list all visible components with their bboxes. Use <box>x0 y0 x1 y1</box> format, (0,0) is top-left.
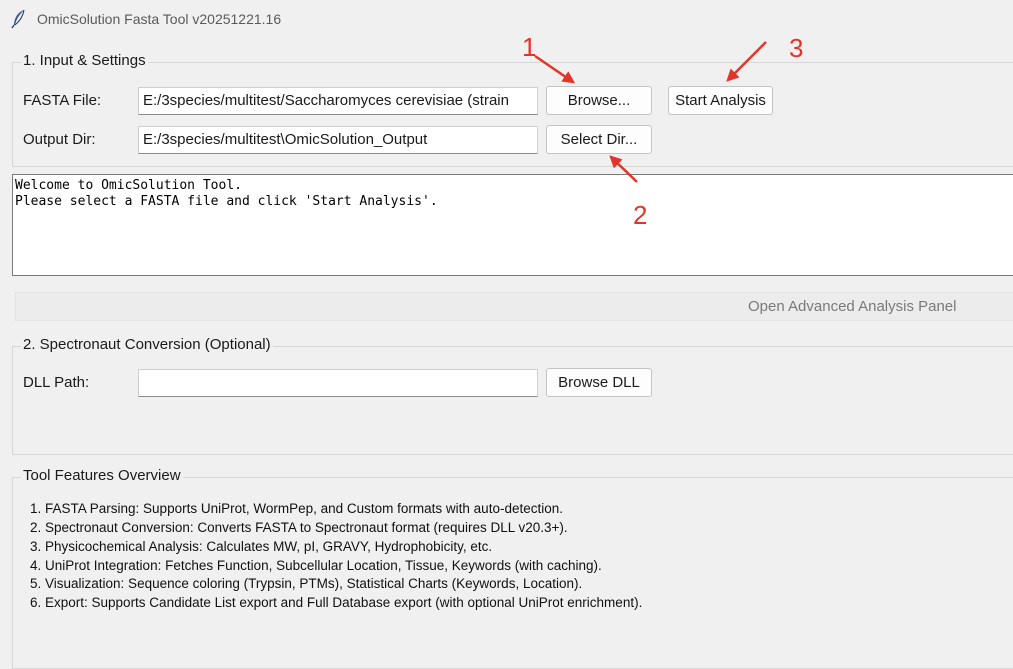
feature-item: 2. Spectronaut Conversion: Converts FAST… <box>30 520 568 535</box>
feature-item: 1. FASTA Parsing: Supports UniProt, Worm… <box>30 501 563 516</box>
fasta-file-input[interactable]: E:/3species/multitest/Saccharomyces cere… <box>138 87 538 115</box>
dll-path-label: DLL Path: <box>23 374 90 391</box>
feature-item: 4. UniProt Integration: Fetches Function… <box>30 558 602 573</box>
output-dir-input[interactable]: E:/3species/multitest\OmicSolution_Outpu… <box>138 126 538 154</box>
log-textarea[interactable]: Welcome to OmicSolution Tool. Please sel… <box>12 174 1013 276</box>
output-dir-label: Output Dir: <box>23 131 96 148</box>
input-settings-legend: 1. Input & Settings <box>21 52 148 69</box>
spectronaut-legend: 2. Spectronaut Conversion (Optional) <box>21 336 273 353</box>
log-line: Welcome to OmicSolution Tool. <box>15 178 242 193</box>
window-title: OmicSolution Fasta Tool v20251221.16 <box>37 11 282 27</box>
feature-item: 5. Visualization: Sequence coloring (Try… <box>30 576 583 591</box>
annotation-number-3: 3 <box>789 33 804 63</box>
title-bar: OmicSolution Fasta Tool v20251221.16 <box>0 0 1013 39</box>
select-dir-button[interactable]: Select Dir... <box>546 125 652 154</box>
fasta-file-label: FASTA File: <box>23 92 102 109</box>
browse-dll-button[interactable]: Browse DLL <box>546 368 652 397</box>
log-line: Please select a FASTA file and click 'St… <box>15 194 438 209</box>
advanced-panel-label: Open Advanced Analysis Panel <box>748 298 957 315</box>
spectronaut-group: 2. Spectronaut Conversion (Optional) <box>12 336 1013 455</box>
dll-path-input[interactable] <box>138 369 538 397</box>
feature-item: 3. Physicochemical Analysis: Calculates … <box>30 539 493 554</box>
annotation-number-2: 2 <box>633 200 648 230</box>
browse-button[interactable]: Browse... <box>546 86 652 115</box>
features-legend: Tool Features Overview <box>21 467 183 484</box>
feather-icon <box>11 9 25 29</box>
feature-item: 6. Export: Supports Candidate List expor… <box>30 595 643 610</box>
start-analysis-button[interactable]: Start Analysis <box>668 86 773 115</box>
annotation-number-1: 1 <box>522 32 537 62</box>
open-advanced-panel-button[interactable]: Open Advanced Analysis Panel <box>15 292 1013 321</box>
